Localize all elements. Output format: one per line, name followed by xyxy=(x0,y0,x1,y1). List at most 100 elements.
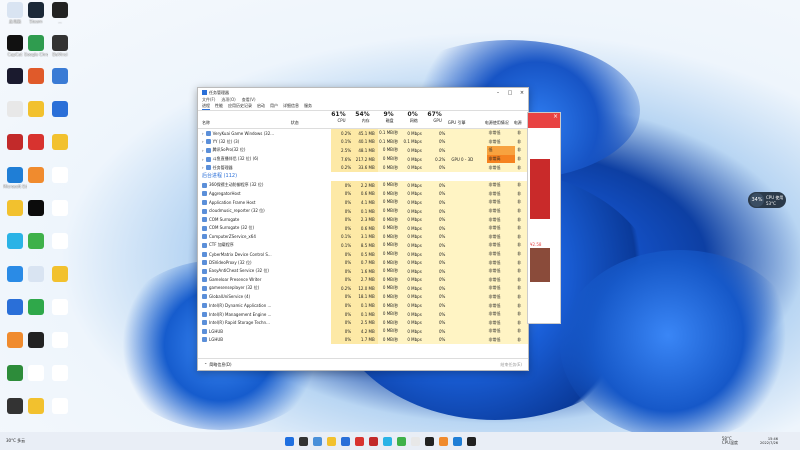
desktop-icon[interactable] xyxy=(48,68,72,85)
taskbar-app-icon[interactable] xyxy=(355,436,364,446)
tab-app-history[interactable]: 应用历史记录 xyxy=(228,103,252,110)
desktop-icon[interactable] xyxy=(24,299,48,316)
taskbar-app-icon[interactable] xyxy=(411,436,420,446)
tray-temperature[interactable]: 58°C CPU温度 xyxy=(722,437,738,445)
desktop-icon[interactable] xyxy=(48,101,72,118)
title-bar[interactable]: 任务管理器 – □ × xyxy=(198,88,528,97)
cpu-widget[interactable]: 34% CPU 使用 53°C xyxy=(748,192,786,208)
task-manager-window[interactable]: 任务管理器 – □ × 文件(F) 选项(O) 查看(V) 进程 性能 应用历史… xyxy=(197,87,529,371)
desktop-icon[interactable]: DaVinci xyxy=(48,35,72,57)
tab-users[interactable]: 用户 xyxy=(270,103,278,110)
maximize-icon[interactable]: □ xyxy=(504,90,516,96)
header-power[interactable]: 电源使用情况 xyxy=(485,111,514,128)
desktop-icon[interactable] xyxy=(24,134,48,151)
background-process-row[interactable]: Gameloar Presence Writer 0% 2.7 MB 0 MB/秒 0 … xyxy=(198,275,529,285)
background-process-row[interactable]: COM Surrogate (32 位) 0% 0.6 MB 0 MB/秒 0 Mbps… xyxy=(198,223,529,233)
header-gpu-engine[interactable]: GPU 引擎 xyxy=(445,111,485,128)
header-power-trend[interactable]: 电源 xyxy=(514,111,528,128)
background-process-row[interactable]: CTF 加载程序 0.1% 8.5 MB 0 MB/秒 0 Mbps 0% 非常低非 xyxy=(198,241,529,250)
taskbar-app-icon[interactable] xyxy=(313,436,322,446)
header-network[interactable]: 0% 网络 xyxy=(397,111,421,128)
desktop-icon[interactable] xyxy=(48,365,72,382)
chevron-right-icon[interactable]: › xyxy=(202,157,204,162)
background-process-row[interactable]: COM Surrogate 0% 2.3 MB 0 MB/秒 0 Mbps 0% 非常低非 xyxy=(198,215,529,224)
tab-startup[interactable]: 启动 xyxy=(257,103,265,110)
background-process-row[interactable]: DSVideoProxy (32 位) 0% 0.7 MB 0 MB/秒 0 Mbps 0… xyxy=(198,258,529,267)
desktop-icon[interactable] xyxy=(24,68,48,85)
taskbar-app-icon[interactable] xyxy=(383,436,392,446)
taskbar-app-icon[interactable] xyxy=(369,436,378,446)
taskbar-app-icon[interactable] xyxy=(327,436,336,446)
taskbar-app-icon[interactable] xyxy=(425,436,434,446)
taskbar-app-icon[interactable] xyxy=(285,436,294,446)
header-disk[interactable]: 9% 磁盘 xyxy=(373,111,397,128)
weather-widget[interactable]: 30°C 多云 xyxy=(6,438,25,444)
taskbar-app-icon[interactable] xyxy=(453,436,462,446)
app-process-row[interactable]: › 斗鱼直播伴侣 (32 位) (6) 7.6% 217.2 MB 0 MB/秒 0 Mb… xyxy=(198,154,529,164)
desktop-icon[interactable] xyxy=(48,167,72,184)
background-process-row[interactable]: Intel(R) Management Engine ... 0% 0.1 MB 0 … xyxy=(198,309,529,319)
background-process-row[interactable]: 360保镖主动防御程序 (32 位) 0% 2.2 MB 0 MB/秒 0 Mbps 0%… xyxy=(198,180,529,190)
desktop-icon[interactable]: ... xyxy=(48,2,72,24)
desktop-icon[interactable] xyxy=(48,200,72,217)
taskbar-app-icon[interactable] xyxy=(341,436,350,446)
taskbar-app-icon[interactable] xyxy=(439,436,448,446)
desktop-icon[interactable] xyxy=(24,200,48,217)
system-clock[interactable]: 15:46 2022/7/26 xyxy=(760,437,778,445)
background-process-row[interactable]: Application Frame Host 0% 4.1 MB 0 MB/秒 0 Mb… xyxy=(198,198,529,207)
chevron-up-icon[interactable]: ⌃ xyxy=(204,362,207,367)
app-process-row[interactable]: › 任务管理器 0.2% 33.6 MB 0 MB/秒 0 Mbps 0% 非常低非 xyxy=(198,163,529,172)
desktop-icon[interactable] xyxy=(24,233,48,250)
header-status[interactable]: 状态 xyxy=(291,111,325,128)
desktop-icon[interactable]: Google Chrome xyxy=(24,35,48,57)
desktop-icon[interactable] xyxy=(24,101,48,118)
tab-services[interactable]: 服务 xyxy=(304,103,312,110)
close-icon[interactable]: × xyxy=(553,113,558,120)
chevron-right-icon[interactable]: › xyxy=(202,148,204,153)
header-name[interactable]: 名称 xyxy=(198,111,291,128)
app-process-row[interactable]: › 腾讯SoPro(32 位) 2.5% 48.1 MB 0 MB/秒 0 Mbps 0% 低… xyxy=(198,146,529,155)
desktop-icon[interactable] xyxy=(48,332,72,349)
chevron-right-icon[interactable]: › xyxy=(202,131,204,136)
desktop-icon[interactable] xyxy=(48,266,72,283)
background-process-row[interactable]: Intel(R) Dynamic Application ... 0% 0.1 MB… xyxy=(198,301,529,310)
minimize-icon[interactable]: – xyxy=(492,90,504,96)
background-processes-heading[interactable]: 后台进程 (112) xyxy=(198,172,528,181)
background-process-row[interactable]: LGHUB 0% 4.2 MB 0 MB/秒 0 Mbps 0% 非常低非 xyxy=(198,327,529,336)
taskbar-app-icon[interactable] xyxy=(397,436,406,446)
desktop-icon[interactable] xyxy=(48,398,72,415)
desktop-icon[interactable]: Steam xyxy=(24,2,48,24)
desktop-icon[interactable] xyxy=(24,266,48,283)
header-memory[interactable]: 54% 内存 xyxy=(349,111,373,128)
app-process-row[interactable]: › VeryKuai Game Windows (32... 0.2% 45.1 MB… xyxy=(198,129,529,138)
fewer-details-link[interactable]: 简略信息(D) xyxy=(209,362,231,368)
app-process-row[interactable]: › YY (32 位) (3) 0.1% 40.1 MB 0.1 MB/秒 0.1 Mbp… xyxy=(198,137,529,147)
background-process-row[interactable]: CyberMatrix Device Control S... 0% 0.5 MB 0… xyxy=(198,249,529,259)
desktop-icon[interactable] xyxy=(24,398,48,415)
desktop-icon[interactable] xyxy=(24,332,48,349)
desktop-icon[interactable] xyxy=(24,167,48,184)
background-process-row[interactable]: AggregatorHost 0% 0.6 MB 0 MB/秒 0 Mbps 0% 非常低非 xyxy=(198,189,529,199)
chevron-right-icon[interactable]: › xyxy=(202,165,204,170)
background-process-row[interactable]: cloudmusic_reporter (32 位) 0% 0.1 MB 0 MB/秒… xyxy=(198,206,529,216)
background-process-row[interactable]: gamesenseplayer (32 位) 0.2% 12.0 MB 0 MB/秒 0… xyxy=(198,284,529,293)
background-process-row[interactable]: GlobalUniService (4) 0% 18.1 MB 0 MB/秒 0 Mbp… xyxy=(198,292,529,302)
tab-details[interactable]: 详细信息 xyxy=(283,103,299,110)
taskbar-app-icon[interactable] xyxy=(467,436,476,446)
background-process-row[interactable]: Intel(R) Rapid Storage Techn... 0% 2.5 MB 0… xyxy=(198,318,529,328)
desktop-icon[interactable] xyxy=(24,365,48,382)
taskbar-app-icon[interactable] xyxy=(299,436,308,446)
tab-performance[interactable]: 性能 xyxy=(215,103,223,110)
desktop-icon[interactable] xyxy=(48,134,72,151)
tab-processes[interactable]: 进程 xyxy=(202,103,210,110)
header-cpu[interactable]: 61% CPU xyxy=(325,111,349,128)
side-app-window[interactable]: × ¥2.58 xyxy=(527,112,561,324)
desktop-icon[interactable] xyxy=(48,299,72,316)
header-gpu[interactable]: 67% GPU xyxy=(421,111,445,128)
chevron-right-icon[interactable]: › xyxy=(202,139,204,144)
background-process-row[interactable]: ComputerZService_x64 0.1% 3.1 MB 0 MB/秒 0 Mb… xyxy=(198,232,529,242)
background-process-row[interactable]: LGHUB 0% 1.7 MB 0 MB/秒 0 Mbps 0% 非常低非 xyxy=(198,335,529,345)
desktop-icon[interactable] xyxy=(48,233,72,250)
background-process-row[interactable]: EasyAntiCheat Service (32 位) 0% 1.6 MB 0 MB… xyxy=(198,266,529,276)
close-icon[interactable]: × xyxy=(516,90,528,96)
